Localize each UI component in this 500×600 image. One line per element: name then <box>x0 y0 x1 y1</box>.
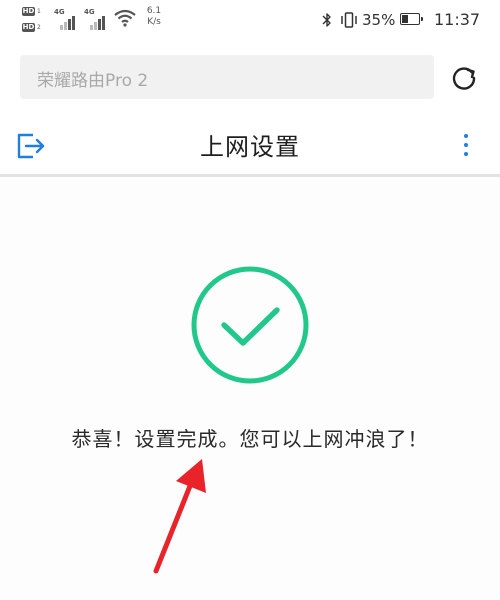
hd-icon: HD <box>22 23 35 32</box>
title-bar: 上网设置 <box>0 112 500 174</box>
battery-icon <box>400 13 423 25</box>
signal-icon: 4G <box>54 8 80 32</box>
vibrate-icon <box>341 12 357 28</box>
router-name-text: 荣耀路由Pro 2 <box>37 71 149 91</box>
hd-icon: HD <box>22 7 35 16</box>
sim-indicators: HD 1 HD 2 <box>22 6 44 36</box>
page-title: 上网设置 <box>200 133 300 161</box>
status-time: 11:37 <box>434 10 481 29</box>
wifi-icon <box>114 9 136 27</box>
check-circle-icon <box>191 266 309 384</box>
router-search-field[interactable]: 荣耀路由Pro 2 <box>20 55 434 99</box>
more-vertical-icon[interactable] <box>456 132 476 160</box>
refresh-icon[interactable] <box>448 62 480 94</box>
network-speed: 6.1 K/s <box>142 6 166 28</box>
net-speed-unit: K/s <box>147 17 161 27</box>
success-message: 恭喜！设置完成。您可以上网冲浪了！ <box>71 427 429 451</box>
signal-icon: 4G <box>84 8 110 32</box>
status-bar: HD 1 HD 2 4G 4G 6.1 K/s 35% 11:37 <box>0 0 500 42</box>
red-arrow-icon <box>153 459 206 574</box>
battery-percent: 35% <box>362 11 396 29</box>
net-speed-value: 6.1 <box>146 6 162 16</box>
sim2-number: 2 <box>37 24 41 31</box>
sim1-number: 1 <box>37 8 41 15</box>
bluetooth-icon <box>322 13 331 27</box>
main-content: 恭喜！设置完成。您可以上网冲浪了！ <box>0 177 500 600</box>
